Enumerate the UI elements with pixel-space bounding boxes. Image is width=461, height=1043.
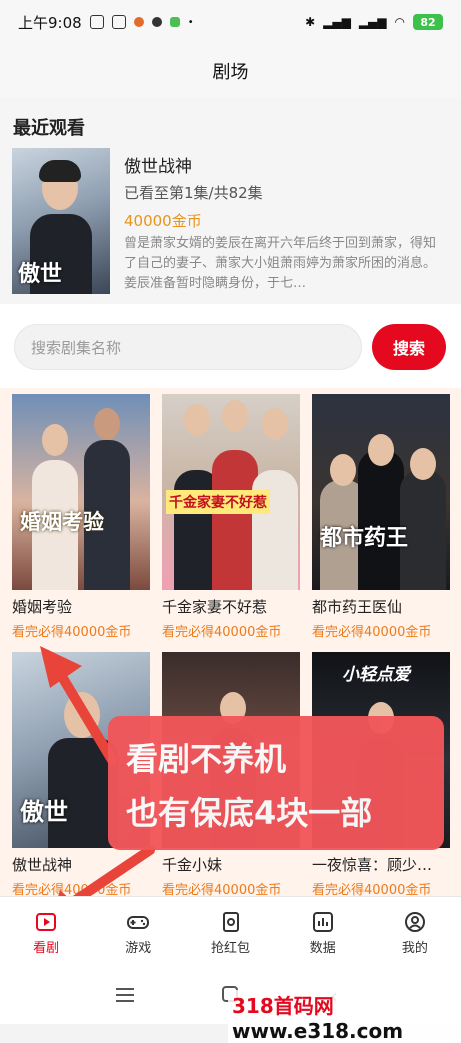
recent-heading: 最近观看 bbox=[13, 118, 85, 139]
gamepad-icon bbox=[127, 915, 150, 929]
tab-label: 我的 bbox=[401, 940, 428, 956]
search-input[interactable]: 搜索剧集名称 bbox=[14, 324, 362, 370]
drama-reward: 看完必得40000金币 bbox=[312, 625, 432, 640]
drama-card[interactable]: 千金家妻不好惹 千金家妻不好惹 看完必得40000金币 bbox=[162, 394, 300, 640]
tab-games[interactable]: 游戏 bbox=[92, 897, 184, 969]
watermark-suffix: www.e318.com bbox=[232, 1019, 404, 1043]
recent-coins: 40000金币 bbox=[124, 212, 202, 230]
recent-description: 曾是萧家女婿的姜辰在离开六年后终于回到萧家，得知了自己的妻子、萧家大小姐萧雨婷为… bbox=[124, 236, 437, 291]
drama-title: 千金小妹 bbox=[162, 856, 223, 874]
drama-poster-text: 都市药王 bbox=[320, 525, 409, 551]
menu-icon[interactable] bbox=[116, 988, 134, 1002]
drama-poster[interactable]: 千金家妻不好惹 bbox=[162, 394, 300, 590]
tab-label: 游戏 bbox=[125, 940, 152, 956]
drama-reward: 看完必得40000金币 bbox=[12, 625, 132, 640]
drama-card[interactable]: 都市药王 都市药王医仙 看完必得40000金币 bbox=[312, 394, 450, 640]
recent-progress: 已看至第1集/共82集 bbox=[124, 184, 263, 202]
drama-poster-text: 小轻点爱 bbox=[342, 665, 410, 685]
drama-poster-text: 傲世 bbox=[20, 797, 68, 826]
status-time: 上午9:08 bbox=[18, 13, 82, 32]
tab-label: 看剧 bbox=[33, 940, 60, 956]
drama-poster-text: 千金家妻不好惹 bbox=[166, 490, 270, 514]
drama-title: 傲世战神 bbox=[12, 856, 73, 874]
notification-icon bbox=[89, 15, 104, 29]
pumpkin-icon bbox=[133, 17, 144, 27]
drama-reward: 看完必得40000金币 bbox=[162, 625, 282, 640]
app-icon bbox=[169, 17, 180, 27]
wifi-icon: ◠ bbox=[394, 15, 405, 29]
watermark-prefix: 318首码网 bbox=[232, 994, 334, 1018]
search-button[interactable]: 搜索 bbox=[372, 324, 446, 370]
record-icon bbox=[151, 17, 162, 27]
drama-title: 一夜惊喜：顾少… bbox=[312, 856, 433, 874]
red-packet-icon bbox=[222, 911, 239, 932]
drama-poster[interactable]: 婚姻考验 bbox=[12, 394, 150, 590]
search-row: 搜索剧集名称 搜索 bbox=[0, 304, 461, 388]
promo-line-2: 也有保底4块一部 bbox=[126, 794, 373, 832]
tab-data[interactable]: 数据 bbox=[277, 897, 369, 969]
recent-poster[interactable]: 傲世 bbox=[12, 148, 110, 294]
tab-label: 数据 bbox=[309, 940, 336, 956]
app-notification-icon bbox=[111, 15, 126, 29]
tab-profile[interactable]: 我的 bbox=[369, 897, 461, 969]
signal-icon: ▂▄▆ bbox=[323, 15, 351, 29]
recent-title: 傲世战神 bbox=[124, 157, 192, 177]
play-icon bbox=[36, 912, 57, 931]
more-notifications-icon: • bbox=[187, 16, 194, 28]
profile-icon bbox=[404, 911, 425, 932]
tab-red-packet[interactable]: 抢红包 bbox=[184, 897, 276, 969]
drama-title: 都市药王医仙 bbox=[312, 598, 403, 616]
tab-watch[interactable]: 看剧 bbox=[0, 897, 92, 969]
drama-card[interactable]: 婚姻考验 婚姻考验 看完必得40000金币 bbox=[12, 394, 150, 640]
drama-poster-text: 婚姻考验 bbox=[20, 509, 104, 534]
bottom-tab-bar: 看剧 游戏 抢红包 数据 我的 bbox=[0, 896, 461, 969]
drama-title: 千金家妻不好惹 bbox=[162, 598, 268, 616]
page-title: 剧场 bbox=[0, 44, 461, 98]
drama-poster[interactable]: 都市药王 bbox=[312, 394, 450, 590]
status-bar: 上午9:08 • ✱ ▂▄▆ ▂▄▆ ◠ 82 bbox=[0, 0, 461, 44]
signal-icon-2: ▂▄▆ bbox=[358, 15, 387, 29]
recent-watched-section[interactable]: 最近观看 傲世 傲世战神 已看至第1集/共82集 40000金币 曾是萧家女婿的… bbox=[0, 98, 461, 304]
promo-line-1: 看剧不养机 bbox=[126, 740, 287, 778]
watermark: 318首码网 www.e318.com bbox=[228, 990, 461, 1043]
recent-poster-text: 傲世 bbox=[18, 261, 63, 287]
bluetooth-icon: ✱ bbox=[305, 15, 316, 29]
promo-banner: 看剧不养机 也有保底4块一部 bbox=[108, 716, 444, 850]
bar-chart-icon bbox=[312, 911, 333, 932]
battery-icon: 82 bbox=[413, 14, 443, 30]
tab-label: 抢红包 bbox=[211, 940, 251, 956]
drama-title: 婚姻考验 bbox=[12, 598, 73, 616]
